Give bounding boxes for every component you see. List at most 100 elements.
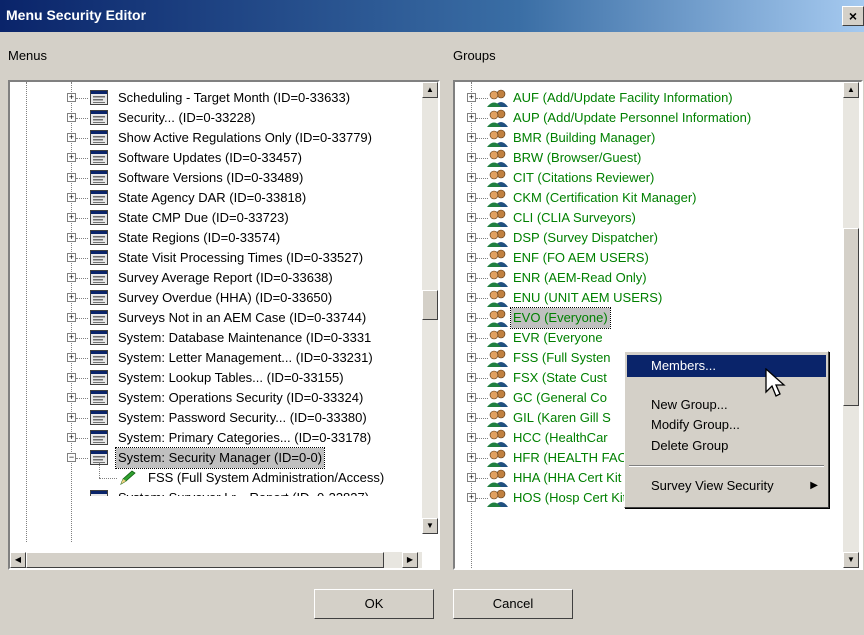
- group-tree-item[interactable]: + BRW (Browser/Guest): [455, 148, 843, 168]
- menu-tree-item[interactable]: + State Agency DAR (ID=0-33818): [10, 188, 420, 208]
- group-tree-item[interactable]: + DSP (Survey Dispatcher): [455, 228, 843, 248]
- menu-item-modify-group[interactable]: Modify Group...: [627, 414, 826, 436]
- menu-tree-item[interactable]: System: Surveyor Lr... Report (ID=0-3383…: [10, 488, 420, 496]
- group-tree-item[interactable]: + EVR (Everyone: [455, 328, 843, 348]
- expand-icon[interactable]: +: [467, 473, 476, 482]
- menu-item-new-group[interactable]: New Group...: [627, 394, 826, 416]
- expand-icon[interactable]: +: [467, 373, 476, 382]
- expand-icon[interactable]: +: [467, 233, 476, 242]
- expand-icon[interactable]: +: [467, 333, 476, 342]
- expand-icon[interactable]: +: [67, 353, 76, 362]
- group-tree-item[interactable]: + ENF (FO AEM USERS): [455, 248, 843, 268]
- expand-icon[interactable]: +: [467, 353, 476, 362]
- menu-item-label: State Visit Processing Times (ID=0-33527…: [118, 250, 364, 265]
- group-tree-item[interactable]: + CIT (Citations Reviewer): [455, 168, 843, 188]
- menus-vertical-scrollbar[interactable]: ▲ ▼: [422, 82, 438, 534]
- expand-icon[interactable]: +: [67, 373, 76, 382]
- menu-tree-item[interactable]: + Surveys Not in an AEM Case (ID=0-33744): [10, 308, 420, 328]
- expand-icon[interactable]: +: [467, 253, 476, 262]
- menu-tree-item[interactable]: + State Regions (ID=0-33574): [10, 228, 420, 248]
- menu-item-survey-view-security[interactable]: Survey View Security ▶: [627, 475, 826, 497]
- expand-icon[interactable]: +: [467, 173, 476, 182]
- tree-line: [99, 478, 117, 479]
- expand-icon[interactable]: +: [467, 113, 476, 122]
- menus-tree[interactable]: + Scheduling - Target Month (ID=0-33633) +…: [8, 80, 440, 570]
- group-tree-item[interactable]: + CLI (CLIA Surveyors): [455, 208, 843, 228]
- menu-tree-item[interactable]: + Security... (ID=0-33228): [10, 108, 420, 128]
- expand-icon[interactable]: +: [67, 293, 76, 302]
- menu-tree-item[interactable]: + State CMP Due (ID=0-33723): [10, 208, 420, 228]
- menu-tree-item[interactable]: + System: Operations Security (ID=0-33324…: [10, 388, 420, 408]
- expand-icon[interactable]: +: [67, 313, 76, 322]
- menu-tree-item[interactable]: − System: Security Manager (ID=0-0): [10, 447, 420, 469]
- expand-icon[interactable]: +: [467, 153, 476, 162]
- expand-icon[interactable]: +: [67, 233, 76, 242]
- menu-tree-item[interactable]: + Software Updates (ID=0-33457): [10, 148, 420, 168]
- expand-icon[interactable]: +: [467, 313, 476, 322]
- expand-icon[interactable]: +: [67, 273, 76, 282]
- group-tree-item[interactable]: + ENR (AEM-Read Only): [455, 268, 843, 288]
- group-tree-item[interactable]: + BMR (Building Manager): [455, 128, 843, 148]
- expand-icon[interactable]: +: [67, 113, 76, 122]
- menu-tree-item[interactable]: + Show Active Regulations Only (ID=0-3377…: [10, 128, 420, 148]
- expand-icon[interactable]: +: [467, 273, 476, 282]
- expand-icon[interactable]: +: [467, 293, 476, 302]
- expand-icon[interactable]: +: [467, 453, 476, 462]
- menu-tree-item[interactable]: + System: Letter Management... (ID=0-3323…: [10, 348, 420, 368]
- expand-icon[interactable]: +: [467, 193, 476, 202]
- close-button[interactable]: ×: [842, 6, 864, 26]
- expand-icon[interactable]: +: [67, 193, 76, 202]
- expand-icon[interactable]: +: [67, 413, 76, 422]
- group-tree-item[interactable]: + ENU (UNIT AEM USERS): [455, 288, 843, 308]
- expand-icon[interactable]: +: [67, 173, 76, 182]
- menu-tree-item[interactable]: + System: Primary Categories... (ID=0-331…: [10, 428, 420, 448]
- scroll-left-icon[interactable]: ◀: [10, 552, 26, 568]
- menu-tree-item[interactable]: + System: Lookup Tables... (ID=0-33155): [10, 368, 420, 388]
- expand-icon[interactable]: −: [67, 453, 76, 462]
- expand-icon[interactable]: +: [67, 93, 76, 102]
- expand-icon[interactable]: +: [467, 133, 476, 142]
- menu-tree-item[interactable]: + Software Versions (ID=0-33489): [10, 168, 420, 188]
- groups-scroll-thumb[interactable]: [843, 228, 859, 406]
- scroll-down-icon[interactable]: ▼: [422, 518, 438, 534]
- menu-tree-item[interactable]: + Scheduling - Target Month (ID=0-33633): [10, 88, 420, 108]
- menu-tree-item[interactable]: + Survey Overdue (HHA) (ID=0-33650): [10, 288, 420, 308]
- expand-icon[interactable]: +: [67, 333, 76, 342]
- group-tree-item[interactable]: + AUP (Add/Update Personnel Information): [455, 108, 843, 128]
- cancel-button[interactable]: Cancel: [453, 589, 573, 619]
- expand-icon[interactable]: +: [467, 93, 476, 102]
- expand-icon[interactable]: +: [67, 433, 76, 442]
- expand-icon[interactable]: +: [67, 213, 76, 222]
- expand-icon[interactable]: +: [67, 133, 76, 142]
- group-tree-item[interactable]: + CKM (Certification Kit Manager): [455, 188, 843, 208]
- ok-button[interactable]: OK: [314, 589, 434, 619]
- groups-vertical-scrollbar[interactable]: ▲ ▼: [843, 82, 859, 568]
- menu-tree-item[interactable]: + System: Database Maintenance (ID=0-3331: [10, 328, 420, 348]
- menu-item-members[interactable]: Members...: [627, 355, 826, 377]
- scroll-up-icon[interactable]: ▲: [843, 82, 859, 98]
- tree-line: [76, 398, 88, 399]
- scroll-down-icon[interactable]: ▼: [843, 552, 859, 568]
- tree-line: [76, 378, 88, 379]
- group-tree-item[interactable]: + AUF (Add/Update Facility Information): [455, 88, 843, 108]
- menu-tree-item[interactable]: + System: Password Security... (ID=0-3338…: [10, 408, 420, 428]
- menus-scroll-thumb[interactable]: [422, 290, 438, 320]
- menus-hscroll-thumb[interactable]: [26, 552, 384, 568]
- tree-line: [76, 458, 88, 459]
- menu-item-delete-group[interactable]: Delete Group: [627, 435, 826, 457]
- scroll-up-icon[interactable]: ▲: [422, 82, 438, 98]
- expand-icon[interactable]: +: [67, 393, 76, 402]
- expand-icon[interactable]: +: [467, 393, 476, 402]
- expand-icon[interactable]: +: [467, 493, 476, 502]
- menus-horizontal-scrollbar[interactable]: ◀ ▶: [10, 552, 422, 568]
- menu-tree-item[interactable]: + State Visit Processing Times (ID=0-3352…: [10, 248, 420, 268]
- expand-icon[interactable]: +: [467, 413, 476, 422]
- menu-tree-child-item[interactable]: FSS (Full System Administration/Access): [10, 462, 420, 488]
- expand-icon[interactable]: +: [467, 213, 476, 222]
- group-tree-item[interactable]: + EVO (Everyone): [455, 307, 843, 329]
- scroll-right-icon[interactable]: ▶: [402, 552, 418, 568]
- expand-icon[interactable]: +: [467, 433, 476, 442]
- expand-icon[interactable]: +: [67, 153, 76, 162]
- menu-tree-item[interactable]: + Survey Average Report (ID=0-33638): [10, 268, 420, 288]
- expand-icon[interactable]: +: [67, 253, 76, 262]
